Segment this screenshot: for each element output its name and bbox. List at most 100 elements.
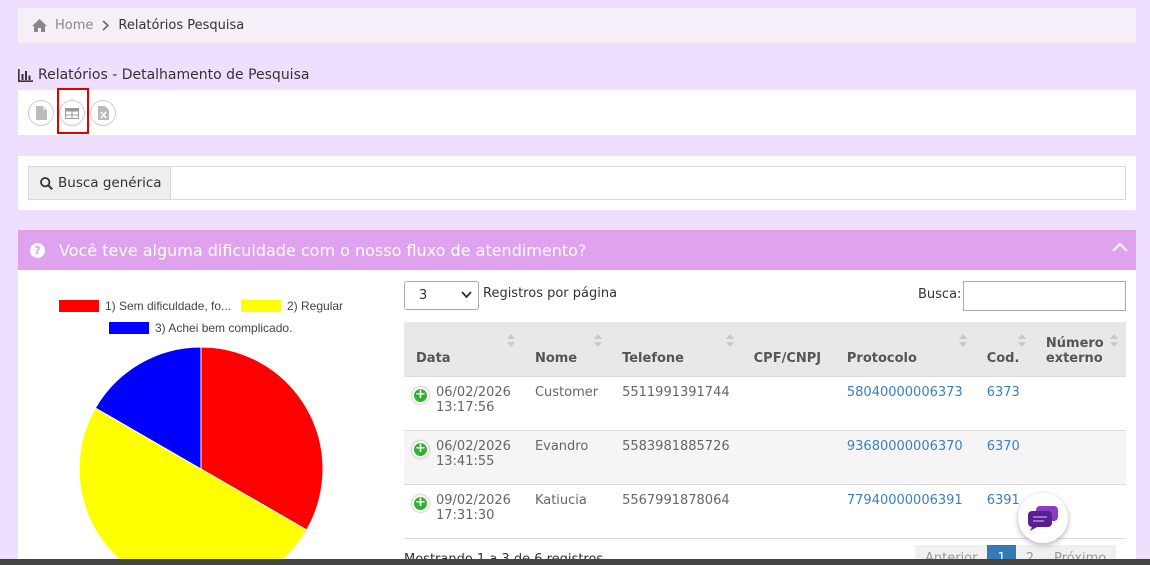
file-icon [35,106,47,120]
column-header[interactable]: Protocolo [834,322,975,377]
bar-chart-icon [18,68,33,82]
sort-icon [594,334,603,347]
page-length-select[interactable]: 3 [404,281,479,310]
excel-file-icon [97,106,109,120]
chat-icon [1028,506,1058,531]
cell-cod: 6370 [974,430,1034,485]
cell-cod: 6373 [974,376,1034,431]
cell-protocolo: 58040000006373 [834,376,975,431]
sort-icon [1110,334,1118,347]
table-row[interactable]: +06/02/2026 13:17:56 Customer 5511991391744… [404,376,1126,431]
cell-nome: Evandro [522,430,611,485]
page-length-label: Registros por página [483,286,618,301]
cod-link[interactable]: 6370 [987,439,1020,454]
expand-row-icon[interactable]: + [412,386,429,404]
sort-icon [506,334,515,347]
legend-swatch-3 [109,322,149,334]
legend-item-3: 3) Achei bem complicado. [109,321,292,335]
pie-chart [78,346,324,565]
export-pdf-button[interactable] [28,100,54,126]
column-header-label: Data [416,350,451,366]
export-toolbar [18,90,1136,135]
breadcrumb-home-label: Home [55,18,94,33]
cod-link[interactable]: 6373 [987,385,1020,400]
expand-row-icon[interactable]: + [412,440,429,458]
table-search-input[interactable] [963,281,1126,311]
page-title-text: Relatórios - Detalhamento de Pesquisa [38,67,310,83]
cell-externo [1033,430,1126,485]
protocolo-link[interactable]: 77940000006391 [847,493,963,508]
protocolo-link[interactable]: 58040000006373 [847,385,963,400]
cell-nome: Katiucia [522,484,611,539]
expand-row-icon[interactable]: + [412,494,429,512]
search-panel: Busca genérica [18,156,1136,210]
page-length-value: 3 [419,288,428,303]
records-table: Data Nome Telefone CPF/CNPJ Protocolo Cod. Núm… [404,322,1126,539]
cell-date-value: 09/02/2026 [436,492,511,508]
cell-telefone: 5511991391744 [610,376,742,431]
column-header-label: Protocolo [846,350,917,366]
cell-cpf [741,376,835,431]
cell-telefone: 5583981885726 [610,430,742,485]
generic-search-input[interactable] [171,167,1125,199]
question-header[interactable]: ? Você teve alguma dificuldade com o nos… [18,230,1136,270]
cell-time-value: 13:17:56 [436,399,495,415]
table-row[interactable]: +06/02/2026 13:41:55 Evandro 5583981885726 9… [404,430,1126,485]
legend-swatch-2 [241,300,281,312]
cell-date-value: 06/02/2026 [436,438,511,454]
cell-date-value: 06/02/2026 [436,384,511,400]
column-header-label: Número externo [1045,335,1104,366]
search-addon-label: Busca genérica [58,175,162,191]
home-icon [32,19,47,32]
cell-date: +09/02/2026 17:31:30 [404,484,523,539]
cell-protocolo: 77940000006391 [834,484,975,539]
cell-date: +06/02/2026 13:17:56 [404,376,523,431]
question-content: 1) Sem dificuldade, fo... 2) Regular 3) … [18,270,1136,565]
sort-icon [725,334,734,347]
chat-button[interactable] [1018,493,1068,543]
sort-icon [1017,334,1026,347]
column-header[interactable]: Telefone [610,322,742,377]
protocolo-link[interactable]: 93680000006370 [847,439,963,454]
legend-item-1: 1) Sem dificuldade, fo... [59,299,231,313]
column-header-label: CPF/CNPJ [753,350,822,366]
cell-cpf [741,484,835,539]
column-header[interactable]: Data [404,322,523,377]
breadcrumb: Home Relatórios Pesquisa [18,8,1136,43]
cell-cpf [741,430,835,485]
column-header[interactable]: Nome [522,322,611,377]
column-header-label: Telefone [622,350,684,366]
legend-item-2: 2) Regular [241,299,343,313]
table-row[interactable]: +09/02/2026 17:31:30 Katiucia 5567991878064… [404,484,1126,539]
question-text: Você teve alguma dificuldade com o nosso… [59,240,587,260]
selection-highlight [57,88,89,134]
cod-link[interactable]: 6391 [987,493,1020,508]
cell-time-value: 17:31:30 [436,507,495,523]
legend-label-1: 1) Sem dificuldade, fo... [105,299,232,313]
cell-time-value: 13:41:55 [436,453,495,469]
column-header[interactable]: Cod. [974,322,1034,377]
column-header[interactable]: Número externo [1033,322,1126,377]
column-header[interactable]: CPF/CNPJ [741,322,835,377]
cell-protocolo: 93680000006370 [834,430,975,485]
cell-externo [1033,376,1126,431]
cell-nome: Customer [522,376,611,431]
search-icon [40,176,53,190]
chevron-down-icon [461,291,472,299]
cell-telefone: 5567991878064 [610,484,742,539]
bottom-bar [0,559,1150,565]
export-excel-button[interactable] [90,100,116,126]
cell-date: +06/02/2026 13:41:55 [404,430,523,485]
search-addon: Busca genérica [29,167,171,199]
legend-swatch-1 [59,300,99,312]
breadcrumb-current: Relatórios Pesquisa [118,18,245,33]
question-icon: ? [30,242,45,258]
sort-icon [958,334,967,347]
chevron-up-icon[interactable] [1112,242,1128,252]
chevron-right-icon [102,20,110,31]
breadcrumb-home-link[interactable]: Home [32,18,93,33]
legend-label-2: 2) Regular [287,299,344,313]
column-header-label: Nome [534,350,578,366]
page-title: Relatórios - Detalhamento de Pesquisa [18,67,309,83]
column-header-label: Cod. [986,350,1020,366]
